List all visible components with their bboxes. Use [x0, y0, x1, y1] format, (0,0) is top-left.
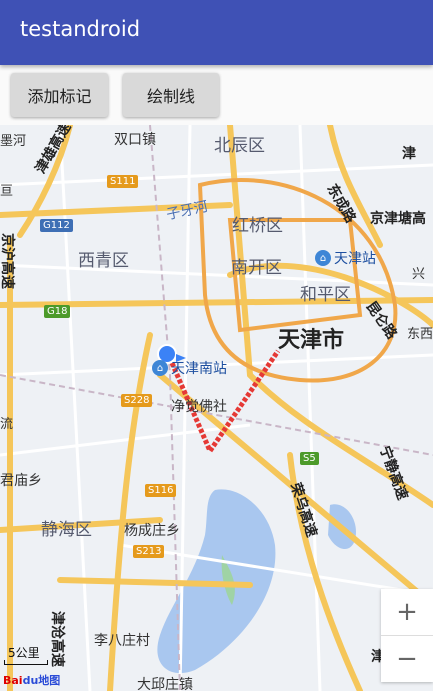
app-title: testandroid — [20, 17, 141, 41]
road-shield: G112 — [40, 219, 73, 232]
road-shield: S116 — [145, 484, 177, 497]
action-toolbar: 添加标记 绘制线 — [0, 65, 433, 125]
district-label: 静海区 — [41, 520, 92, 540]
road-shield: S228 — [121, 394, 153, 407]
edge-label: 东西 — [407, 327, 433, 342]
road-shield: S111 — [107, 175, 139, 188]
place-label: 杨成庄乡 — [124, 523, 180, 539]
app-bar: testandroid — [0, 0, 433, 65]
road-label: 津沧高速 — [49, 611, 65, 667]
train-station-icon: ⌂ — [315, 250, 331, 266]
station-south[interactable]: ⌂ 天津南站 — [152, 358, 227, 378]
district-label: 红桥区 — [232, 216, 283, 236]
draw-line-button[interactable]: 绘制线 — [123, 73, 219, 117]
edge-label: 兴 — [412, 267, 426, 282]
place-label: 李八庄村 — [94, 633, 150, 649]
zoom-controls: + − — [381, 589, 433, 682]
road-shield: G18 — [44, 305, 71, 318]
district-label: 北辰区 — [214, 136, 265, 156]
scale-bar — [4, 660, 48, 665]
station-label: 天津南站 — [171, 361, 227, 377]
place-label: 大邱庄镇 — [137, 677, 193, 691]
road-label: 京沪高速 — [0, 233, 15, 289]
map-logo: Baidu地图 — [3, 674, 61, 687]
scale-label: 5公里 — [8, 646, 40, 660]
district-label: 西青区 — [78, 251, 129, 271]
train-station-icon: ⌂ — [152, 360, 168, 376]
place-label: 君庙乡 — [0, 473, 42, 489]
road-shield: S213 — [133, 545, 165, 558]
zoom-in-button[interactable]: + — [381, 589, 433, 636]
map-view[interactable]: 北辰区 红桥区 西青区 南开区 和平区 静海区 天津市 双口镇 净觉佛社 杨成庄… — [0, 125, 433, 691]
edge-label: 津 — [402, 146, 416, 162]
road-label: 京津塘高 — [370, 211, 426, 227]
station-label: 天津站 — [334, 251, 376, 267]
station-tianjin[interactable]: ⌂ 天津站 — [315, 248, 376, 268]
district-label: 和平区 — [300, 285, 351, 305]
place-label: 双口镇 — [114, 132, 156, 148]
place-label: 净觉佛社 — [171, 399, 227, 415]
edge-label: 亘 — [0, 184, 14, 199]
edge-label: 流 — [0, 417, 14, 432]
edge-label: 墨河 — [0, 134, 27, 149]
zoom-out-button[interactable]: − — [381, 636, 433, 682]
add-marker-button[interactable]: 添加标记 — [11, 73, 108, 117]
district-label: 南开区 — [231, 258, 282, 278]
road-shield: S5 — [300, 452, 319, 465]
city-label: 天津市 — [278, 328, 345, 353]
